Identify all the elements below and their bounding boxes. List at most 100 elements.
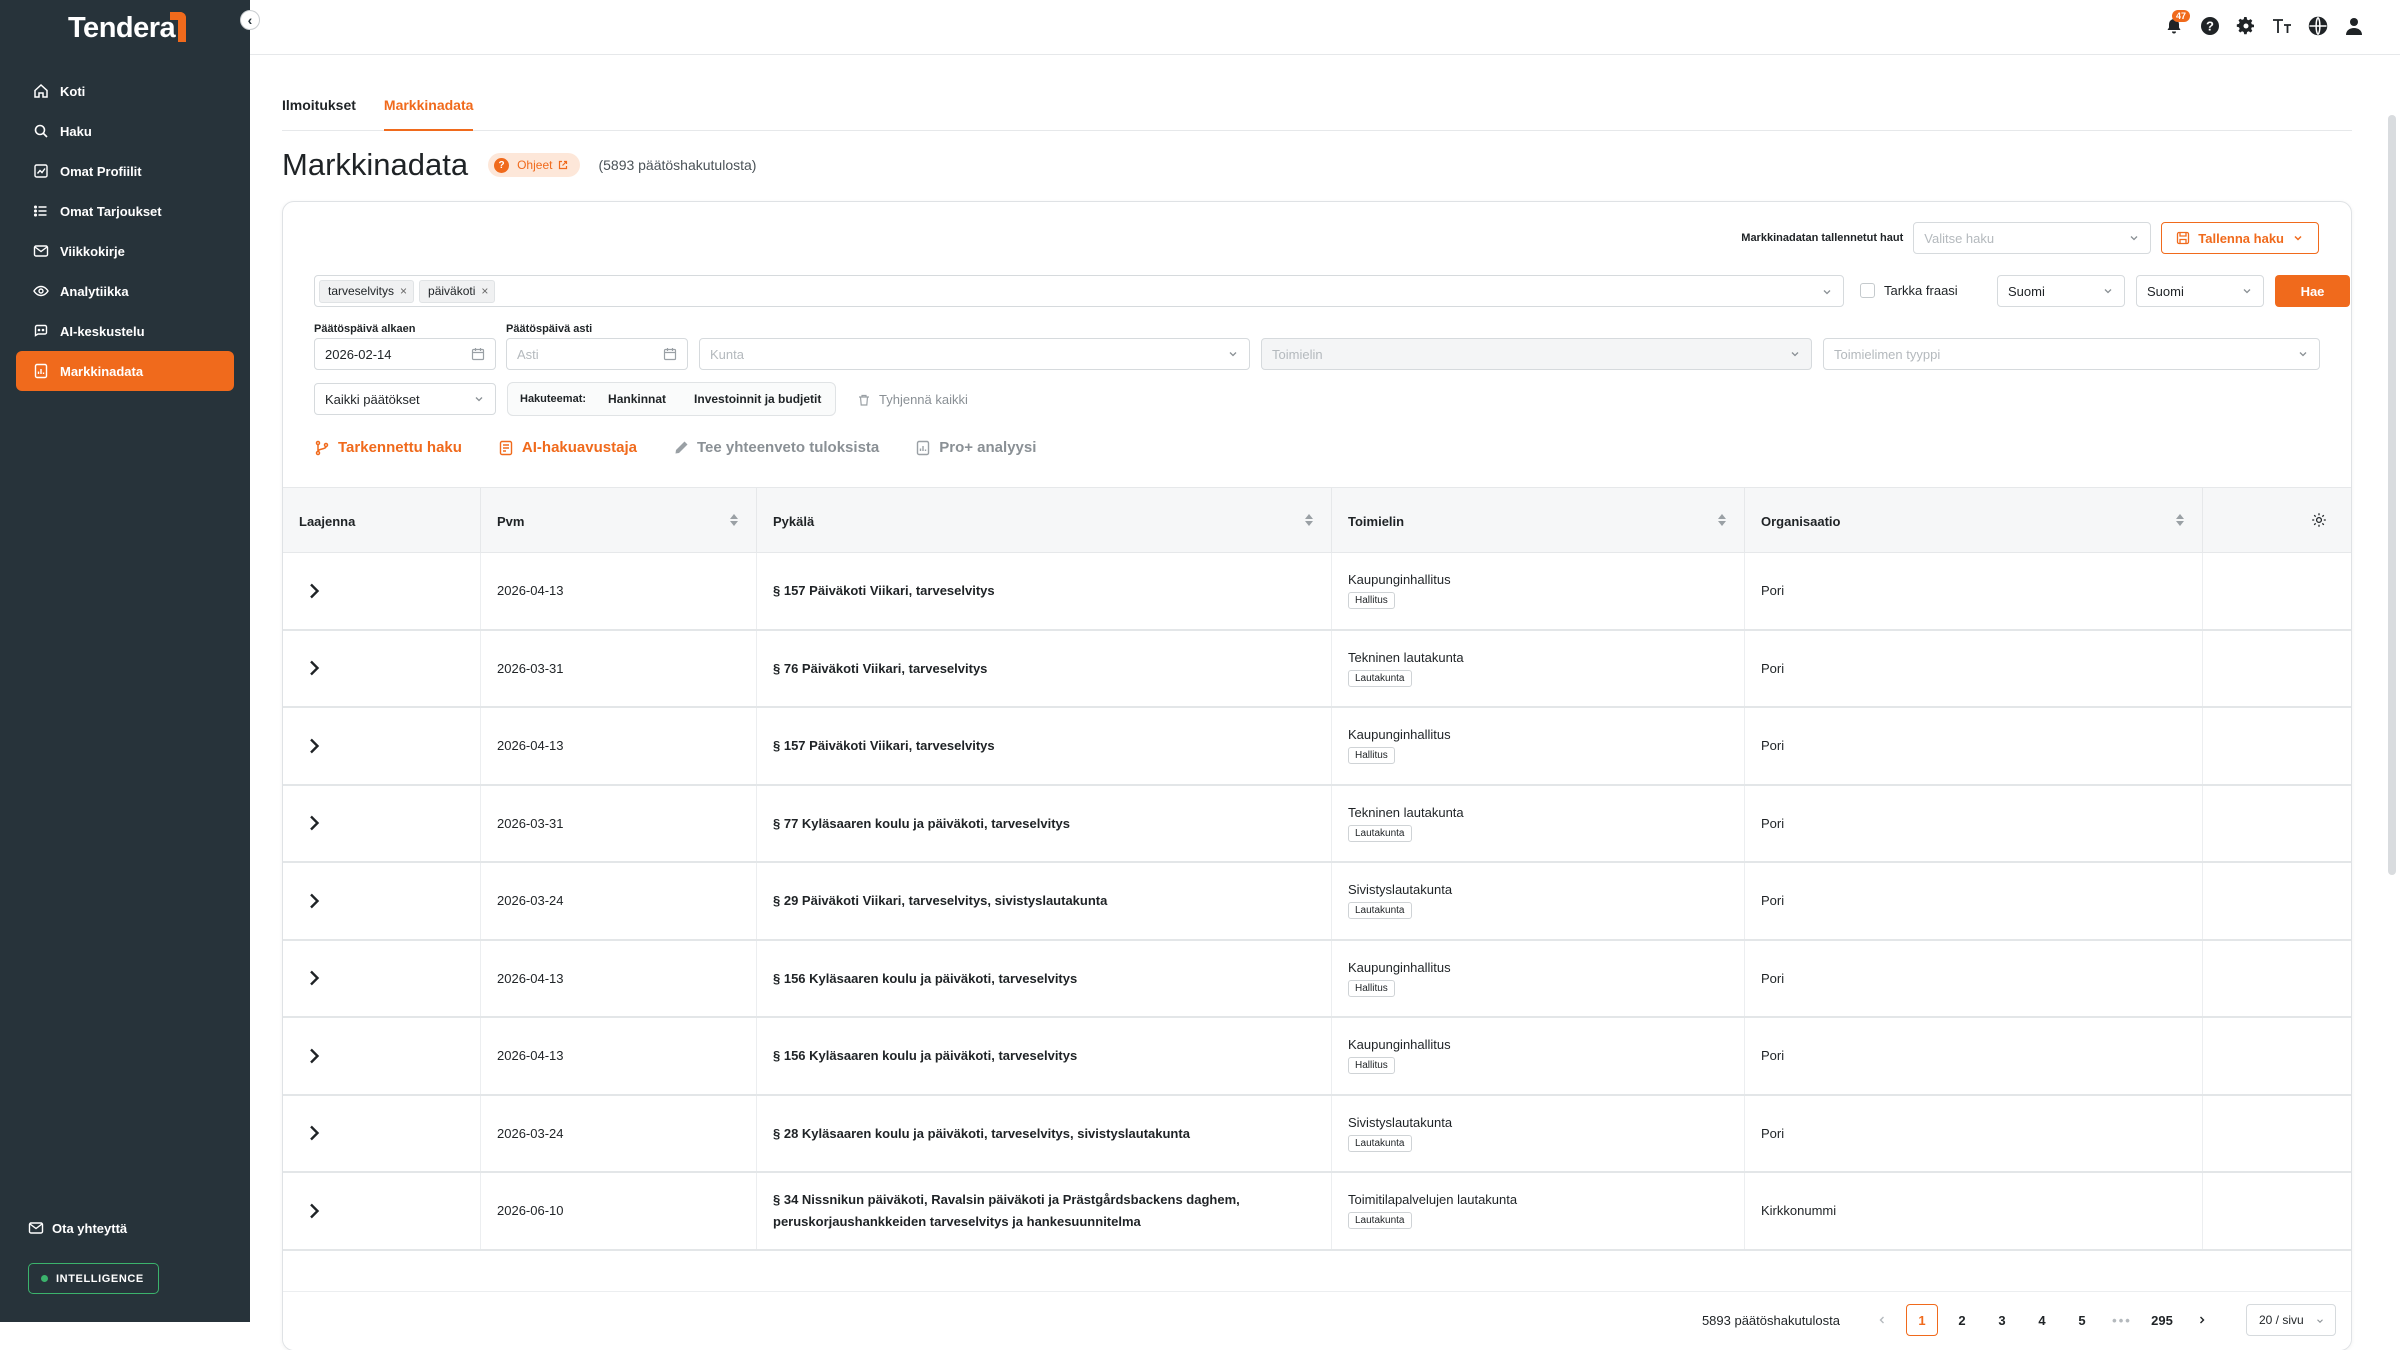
section-cell[interactable]: § 157 Päiväkoti Viikari, tarveselvitys xyxy=(757,708,1332,784)
next-page-button[interactable] xyxy=(2186,1304,2218,1336)
column-header-organization[interactable]: Organisaatio xyxy=(1745,488,2203,554)
contact-link[interactable]: Ota yhteyttä xyxy=(28,1220,127,1236)
language-select-2[interactable]: Suomi xyxy=(2136,275,2264,307)
body-select[interactable]: Toimielin xyxy=(1261,338,1812,370)
column-header-label: Laajenna xyxy=(299,513,356,529)
sort-icon[interactable] xyxy=(1305,514,1313,526)
date-to-input[interactable]: Asti xyxy=(506,338,688,370)
page-button[interactable]: 5 xyxy=(2066,1304,2098,1336)
saved-searches-select[interactable]: Valitse haku xyxy=(1913,222,2152,254)
sort-icon[interactable] xyxy=(1718,514,1726,526)
exact-phrase-checkbox[interactable] xyxy=(1860,283,1875,298)
body-type-select[interactable]: Toimielimen tyyppi xyxy=(1823,338,2320,370)
column-header-section[interactable]: Pykälä xyxy=(757,488,1332,554)
summary-label: Tee yhteenveto tuloksista xyxy=(696,439,880,456)
ai-assistant-button[interactable]: AI-hakuavustaja xyxy=(498,439,637,456)
exact-phrase-toggle[interactable]: Tarkka fraasi xyxy=(1860,283,1958,298)
expand-row-button[interactable] xyxy=(299,653,329,683)
sidebar-item-analytiikka[interactable]: Analytiikka xyxy=(16,271,234,311)
body-type-badge: Hallitus xyxy=(1348,747,1395,765)
table-row[interactable]: 2026-04-13 § 157 Päiväkoti Viikari, tarve… xyxy=(283,708,2351,786)
save-search-button[interactable]: Tallenna haku xyxy=(2161,222,2319,254)
table-row[interactable]: 2026-06-10 § 34 Nissnikun päiväkoti, Rava… xyxy=(283,1173,2351,1251)
section-cell[interactable]: § 29 Päiväkoti Viikari, tarveselvitys, s… xyxy=(757,863,1332,939)
globe-icon[interactable] xyxy=(2306,14,2330,38)
table-row[interactable]: 2026-03-24 § 29 Päiväkoti Viikari, tarves… xyxy=(283,863,2351,941)
remove-tag-icon[interactable]: × xyxy=(400,284,407,298)
sidebar-item-omat-tarjoukset[interactable]: Omat Tarjoukset xyxy=(16,191,234,231)
app-logo[interactable]: Tendera xyxy=(68,12,187,45)
body-type-badge: Hallitus xyxy=(1348,1057,1395,1075)
column-header-body[interactable]: Toimielin xyxy=(1332,488,1745,554)
expand-row-button[interactable] xyxy=(299,576,329,606)
date-from-input[interactable]: 2026-02-14 xyxy=(314,338,496,370)
search-button[interactable]: Hae xyxy=(2275,275,2350,307)
expand-row-button[interactable] xyxy=(299,808,329,838)
expand-row-button[interactable] xyxy=(299,963,329,993)
topbar: 47 ? xyxy=(250,0,2400,55)
page-button[interactable]: 4 xyxy=(2026,1304,2058,1336)
bell-icon[interactable]: 47 xyxy=(2162,10,2191,38)
section-cell[interactable]: § 77 Kyläsaaren koulu ja päiväkoti, tarv… xyxy=(757,785,1332,861)
sort-icon[interactable] xyxy=(730,514,738,526)
page-scrollbar[interactable] xyxy=(2388,115,2396,875)
gear-icon[interactable] xyxy=(2234,14,2258,38)
column-settings[interactable] xyxy=(2203,488,2351,554)
theme-option-investoinnit[interactable]: Investoinnit ja budjetit xyxy=(694,392,821,406)
advanced-search-button[interactable]: Tarkennettu haku xyxy=(314,439,462,456)
section-cell[interactable]: § 156 Kyläsaaren koulu ja päiväkoti, tar… xyxy=(757,940,1332,1016)
table-row[interactable]: 2026-04-13 § 156 Kyläsaaren koulu ja päiv… xyxy=(283,1018,2351,1096)
sidebar-item-koti[interactable]: Koti xyxy=(16,71,234,111)
user-icon[interactable] xyxy=(2342,14,2366,38)
gear-icon[interactable] xyxy=(2311,512,2327,531)
summary-button[interactable]: Tee yhteenveto tuloksista xyxy=(673,439,879,456)
table-row[interactable]: 2026-03-31 § 76 Päiväkoti Viikari, tarves… xyxy=(283,630,2351,708)
section-cell[interactable]: § 156 Kyläsaaren koulu ja päiväkoti, tar… xyxy=(757,1018,1332,1094)
table-row[interactable]: 2026-04-13 § 156 Kyläsaaren koulu ja päiv… xyxy=(283,940,2351,1018)
decisions-select[interactable]: Kaikki päätökset xyxy=(314,383,496,415)
tab-markkinadata[interactable]: Markkinadata xyxy=(383,95,474,131)
sidebar-item-viikkokirje[interactable]: Viikkokirje xyxy=(16,231,234,271)
expand-row-button[interactable] xyxy=(299,1041,329,1071)
tab-ilmoitukset[interactable]: Ilmoitukset xyxy=(282,95,356,131)
clear-all-button[interactable]: Tyhjennä kaikki xyxy=(857,392,968,407)
previous-page-button[interactable] xyxy=(1866,1304,1898,1336)
help-icon[interactable]: ? xyxy=(2198,14,2222,38)
expand-row-button[interactable] xyxy=(299,1118,329,1148)
sidebar-item-markkinadata[interactable]: Markkinadata xyxy=(16,351,234,391)
section-cell[interactable]: § 34 Nissnikun päiväkoti, Ravalsin päivä… xyxy=(757,1173,1332,1249)
expand-cell xyxy=(283,630,481,706)
expand-row-button[interactable] xyxy=(299,886,329,916)
column-header-date[interactable]: Pvm xyxy=(481,488,757,554)
section-cell[interactable]: § 28 Kyläsaaren koulu ja päiväkoti, tarv… xyxy=(757,1095,1332,1171)
keyword-input[interactable]: tarveselvitys × päiväkoti × xyxy=(314,275,1844,307)
section-cell[interactable]: § 157 Päiväkoti Viikari, tarveselvitys xyxy=(757,553,1332,629)
font-size-icon[interactable] xyxy=(2270,14,2294,38)
page-size-select[interactable]: 20 / sivu xyxy=(2246,1304,2336,1336)
section-cell[interactable]: § 76 Päiväkoti Viikari, tarveselvitys xyxy=(757,630,1332,706)
table-row[interactable]: 2026-03-24 § 28 Kyläsaaren koulu ja päivä… xyxy=(283,1095,2351,1173)
expand-row-button[interactable] xyxy=(299,731,329,761)
municipality-select[interactable]: Kunta xyxy=(699,338,1250,370)
language-select-1[interactable]: Suomi xyxy=(1997,275,2125,307)
expand-row-button[interactable] xyxy=(299,1196,329,1226)
sidebar-item-ai-keskustelu[interactable]: AI-keskustelu xyxy=(16,311,234,351)
theme-option-hankinnat[interactable]: Hankinnat xyxy=(608,392,666,406)
remove-tag-icon[interactable]: × xyxy=(481,284,488,298)
page-button[interactable]: 1 xyxy=(1906,1304,1938,1336)
sidebar-item-omat-profiilit[interactable]: Omat Profiilit xyxy=(16,151,234,191)
pro-analysis-button[interactable]: Pro+ analyysi xyxy=(915,439,1036,456)
page-button[interactable]: 295 xyxy=(2146,1304,2178,1336)
sort-icon[interactable] xyxy=(2176,514,2184,526)
table-row[interactable]: 2026-03-31 § 77 Kyläsaaren koulu ja päivä… xyxy=(283,785,2351,863)
actions-cell xyxy=(2203,941,2351,1017)
question-icon: ? xyxy=(494,157,510,173)
ellipsis-icon[interactable]: ••• xyxy=(2106,1304,2138,1336)
sidebar-item-haku[interactable]: Haku xyxy=(16,111,234,151)
table-row[interactable]: 2026-04-13 § 157 Päiväkoti Viikari, tarve… xyxy=(283,553,2351,631)
page-button[interactable]: 2 xyxy=(1946,1304,1978,1336)
collapse-sidebar-button[interactable]: ‹ xyxy=(240,10,260,30)
page-button[interactable]: 3 xyxy=(1986,1304,2018,1336)
help-link[interactable]: ? Ohjeet xyxy=(488,153,581,177)
pagination: 5893 päätöshakutulosta 1 2 3 4 5 ••• 295… xyxy=(283,1291,2351,1350)
